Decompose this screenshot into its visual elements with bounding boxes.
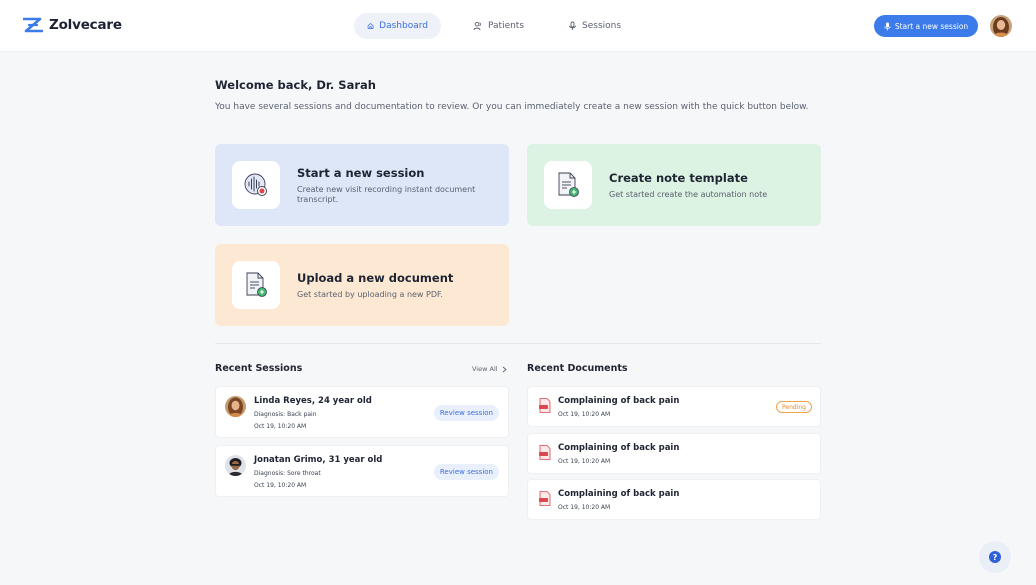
- start-session-card[interactable]: Start a new session Create new visit rec…: [215, 144, 509, 226]
- nav-dashboard[interactable]: Dashboard: [354, 13, 441, 39]
- patient-avatar: [225, 396, 246, 417]
- note-template-card[interactable]: Create note template Get started create …: [527, 144, 821, 226]
- upload-document-card-title: Upload a new document: [297, 270, 454, 285]
- top-bar: Zolvecare Dashboard Patients Sessions St…: [0, 0, 1036, 52]
- session-row[interactable]: Linda Reyes, 24 year old Diagnosis: Back…: [215, 386, 509, 438]
- document-date: Oct 19, 10:20 AM: [558, 411, 611, 418]
- upload-document-card-desc: Get started by uploading a new PDF.: [297, 289, 443, 299]
- pdf-file-icon: [539, 445, 551, 460]
- home-icon: [367, 23, 374, 29]
- patient-name: Jonatan Grimo, 31 year old: [254, 455, 383, 465]
- start-session-card-title: Start a new session: [297, 165, 425, 180]
- document-row[interactable]: Complaining of back pain Oct 19, 10:20 A…: [527, 386, 821, 427]
- review-session-button[interactable]: Review session: [433, 464, 499, 480]
- pdf-file-icon: [539, 398, 551, 413]
- nav-patients[interactable]: Patients: [460, 13, 537, 39]
- page-title: Welcome back, Dr. Sarah: [215, 78, 376, 92]
- patient-diagnosis: Diagnosis: Sore throat: [254, 470, 321, 477]
- card-icon-box: [232, 261, 280, 309]
- document-row[interactable]: Complaining of back pain Oct 19, 10:20 A…: [527, 433, 821, 474]
- patient-avatar-image: [225, 396, 246, 417]
- start-new-session-label: Start a new session: [894, 21, 969, 31]
- note-template-card-desc: Get started create the automation note: [609, 189, 768, 199]
- section-divider: [215, 343, 821, 344]
- zolvecare-logo-icon: [23, 17, 43, 33]
- review-session-button[interactable]: Review session: [433, 405, 499, 421]
- session-date: Oct 19, 10:20 AM: [254, 423, 307, 430]
- app-name: Zolvecare: [49, 17, 122, 33]
- microphone-icon: [884, 22, 891, 30]
- document-title: Complaining of back pain: [558, 443, 680, 453]
- document-add-icon: [558, 172, 579, 197]
- patient-avatar: [225, 455, 246, 476]
- chevron-right-icon: [502, 366, 507, 372]
- user-avatar[interactable]: [990, 15, 1012, 37]
- document-upload-icon: [246, 272, 267, 297]
- intro-text: You have several sessions and documentat…: [215, 102, 809, 112]
- document-date: Oct 19, 10:20 AM: [558, 458, 611, 465]
- document-title: Complaining of back pain: [558, 489, 680, 499]
- patient-avatar-image: [225, 455, 246, 476]
- recent-documents-title: Recent Documents: [527, 363, 628, 374]
- card-icon-box: [544, 161, 592, 209]
- view-all-label: View All: [472, 365, 498, 373]
- document-title: Complaining of back pain: [558, 396, 680, 406]
- card-icon-box: [232, 161, 280, 209]
- help-icon: ?: [989, 551, 1001, 563]
- start-session-card-desc: Create new visit recording instant docum…: [297, 184, 476, 204]
- start-new-session-button[interactable]: Start a new session: [874, 15, 978, 37]
- upload-document-card[interactable]: Upload a new document Get started by upl…: [215, 244, 509, 326]
- voice-record-icon: [244, 173, 267, 196]
- patient-diagnosis: Diagnosis: Back pain: [254, 411, 317, 418]
- pdf-file-icon: [539, 491, 551, 506]
- session-date: Oct 19, 10:20 AM: [254, 482, 307, 489]
- document-row[interactable]: Complaining of back pain Oct 19, 10:20 A…: [527, 479, 821, 520]
- recent-sessions-title: Recent Sessions: [215, 363, 303, 374]
- nav-sessions-label: Sessions: [582, 21, 622, 31]
- users-icon: [473, 21, 481, 31]
- status-badge: Pending: [776, 401, 812, 413]
- session-row[interactable]: Jonatan Grimo, 31 year old Diagnosis: So…: [215, 445, 509, 497]
- help-button[interactable]: ?: [979, 541, 1011, 573]
- view-all-link[interactable]: View All: [472, 365, 507, 373]
- app-logo[interactable]: Zolvecare: [23, 17, 122, 33]
- nav-dashboard-label: Dashboard: [379, 21, 428, 31]
- nav-sessions[interactable]: Sessions: [555, 13, 634, 39]
- main-nav: Dashboard Patients Sessions: [354, 13, 634, 39]
- patient-name: Linda Reyes, 24 year old: [254, 396, 372, 406]
- microphone-icon: [569, 21, 576, 30]
- note-template-card-title: Create note template: [609, 170, 748, 185]
- user-avatar-image: [990, 15, 1012, 37]
- nav-patients-label: Patients: [488, 21, 525, 31]
- document-date: Oct 19, 10:20 AM: [558, 504, 611, 511]
